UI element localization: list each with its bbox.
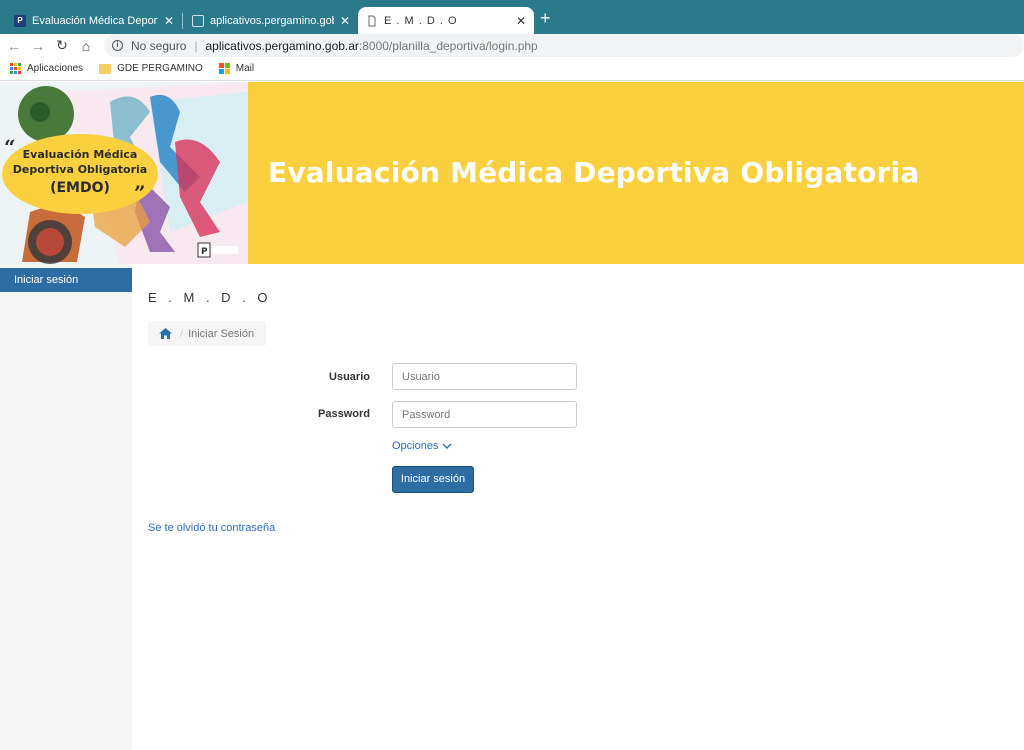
tab-emdo[interactable]: E . M . D . O ✕ [358, 7, 534, 34]
main-content: E . M . D . O / Iniciar Sesión Usuario P… [132, 264, 1024, 750]
banner-title: Evaluación Médica Deportiva Obligatoria [268, 156, 920, 189]
close-tab-icon[interactable]: ✕ [340, 14, 350, 28]
security-status: No seguro [131, 38, 187, 53]
logo-text-line3: (EMDO) [50, 180, 110, 196]
svg-text:P: P [201, 247, 208, 257]
athletes-illustration: Evaluación Médica Deportiva Obligatoria … [0, 82, 248, 264]
info-icon[interactable]: i [112, 40, 123, 51]
bookmark-label: GDE PERGAMINO [117, 63, 203, 74]
username-input[interactable] [392, 363, 577, 390]
close-tab-icon[interactable]: ✕ [164, 14, 174, 28]
folder-icon [99, 63, 112, 74]
url-divider: | [194, 38, 198, 53]
bookmark-gde-pergamino[interactable]: GDE PERGAMINO [99, 63, 203, 74]
sidebar: Iniciar sesión [0, 264, 132, 750]
tab-separator [182, 13, 183, 29]
new-tab-button[interactable]: + [540, 9, 551, 27]
tab-evaluacion[interactable]: P Evaluación Médica Deportiva Obligatori… [6, 7, 182, 34]
options-label: Opciones [392, 440, 439, 452]
home-icon[interactable] [159, 328, 172, 339]
user-label: Usuario [329, 371, 370, 383]
breadcrumb: / Iniciar Sesión [148, 321, 267, 346]
forward-icon[interactable]: → [30, 38, 46, 54]
tab-title: E . M . D . O [384, 14, 458, 27]
breadcrumb-separator: / [180, 327, 184, 340]
microsoft-logo-icon [218, 63, 230, 74]
svg-text:”: ” [134, 181, 146, 205]
header-banner: Evaluación Médica Deportiva Obligatoria … [0, 82, 1024, 264]
logo-text-line1: Evaluación Médica [23, 148, 138, 161]
url-field[interactable]: i No seguro | aplicativos.pergamino.gob.… [104, 34, 1024, 57]
tab-title: aplicativos.pergamino.gob.ar:8000 [210, 14, 334, 27]
tab-title: Evaluación Médica Deportiva Obligatoria [32, 14, 158, 27]
breadcrumb-current: Iniciar Sesión [188, 327, 255, 340]
url-path: :8000/planilla_deportiva/login.php [358, 38, 538, 53]
address-bar-row: ← → ↻ ⌂ i No seguro | aplicativos.pergam… [0, 34, 1024, 57]
apps-grid-icon [10, 63, 21, 74]
reload-icon[interactable]: ↻ [54, 37, 70, 54]
pergamino-favicon-icon: P [14, 14, 26, 27]
url-host: aplicativos.pergamino.gob.ar [205, 38, 359, 53]
emdo-logo-image: Evaluación Médica Deportiva Obligatoria … [0, 82, 248, 264]
close-tab-icon[interactable]: ✕ [516, 14, 526, 28]
back-icon[interactable]: ← [6, 38, 22, 54]
bookmark-mail[interactable]: Mail [218, 63, 255, 74]
options-toggle[interactable]: Opciones [392, 440, 452, 452]
login-button[interactable]: Iniciar sesión [392, 466, 474, 493]
bookmark-aplicaciones[interactable]: Aplicaciones [10, 63, 83, 74]
svg-text:“: “ [4, 135, 16, 159]
bookmark-label: Aplicaciones [27, 63, 84, 74]
page-favicon-icon [192, 14, 204, 27]
tab-aplicativos[interactable]: aplicativos.pergamino.gob.ar:8000 ✕ [184, 7, 358, 34]
password-label: Password [318, 408, 370, 420]
bookmark-label: Mail [235, 63, 255, 74]
browser-tab-bar: P Evaluación Médica Deportiva Obligatori… [0, 0, 1024, 34]
bookmarks-bar: Aplicaciones GDE PERGAMINO Mail [0, 57, 1024, 81]
document-icon [368, 15, 376, 26]
forgot-password-link[interactable]: Se te olvidó tu contraseña [148, 522, 275, 534]
chevron-down-icon [442, 443, 452, 449]
logo-text-line2: Deportiva Obligatoria [13, 163, 147, 176]
home-icon[interactable]: ⌂ [78, 38, 94, 54]
sidebar-item-iniciar-sesion[interactable]: Iniciar sesión [0, 268, 132, 292]
page-title: E . M . D . O [148, 290, 272, 305]
password-input[interactable] [392, 401, 577, 428]
